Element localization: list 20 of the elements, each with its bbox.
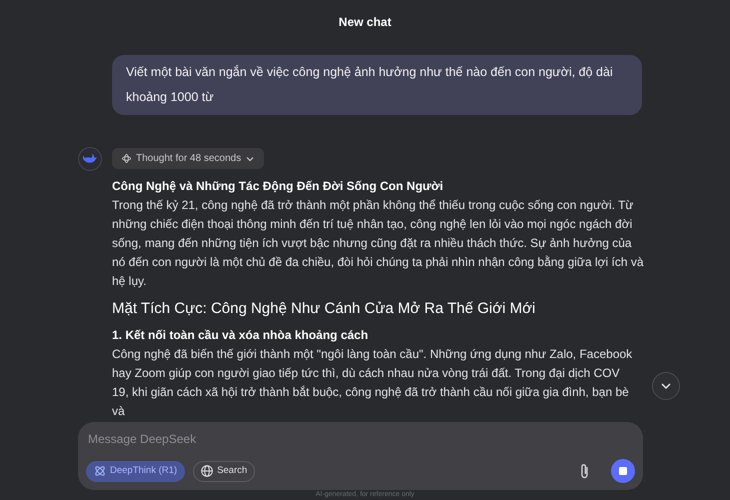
atom-icon <box>122 154 131 163</box>
search-toggle[interactable]: Search <box>193 460 256 482</box>
caret-icon <box>246 154 254 162</box>
stop-button[interactable] <box>611 459 635 483</box>
stop-icon <box>619 467 627 475</box>
paragraph: Công nghệ đã biến thế giới thành một "ngôi làng toàn cầu". Những ứng dụng như Zalo, Facebook hay Zoom giúp con người giao tiếp tức thì, dù cách nhau nửa vòng trái đất. Trong đại dịch COV <box>112 346 634 382</box>
paragraph: 19, khi giãn cách xã hội trở thành bắt buộc, công nghệ đã trở thành cầu nối giữa gia đình, bạn bè và <box>112 384 630 420</box>
user-message: Viết một bài văn ngắn về việc công nghệ ảnh hưởng như thế nào đến con người, độ dài khoảng 1000 từ <box>112 55 642 115</box>
bold-heading: Công Nghệ và Những Tác Động Đến Đời Sống Con Người <box>112 178 444 195</box>
bold-heading: 1. Kết nối toàn cầu và xóa nhòa khoảng cách <box>112 327 370 344</box>
thought-toggle[interactable]: Thought for 48 seconds <box>112 148 264 169</box>
deepthink-toggle[interactable]: DeepThink (R1) <box>86 460 186 482</box>
atom-icon <box>94 465 106 477</box>
message-field[interactable]: Message DeepSeek DeepThink (R1) Search <box>78 422 643 490</box>
globe-icon <box>201 465 214 477</box>
paragraph: Trong thế kỷ 21, công nghệ đã trở thành một phần không thể thiếu trong cuộc sống con người. Từ những chiếc điện thoại thông minh đến trí tuệ nhân tạo, công nghệ len lỏi vào mọi ngóc ngách đời sống, mang đến những tiện ích vượt bậc nhưng cũng đặt ra nhiều thách thức. Sự ảnh hưởng của nó đến con người là một chủ đề đa chiều, đòi hỏi chúng ta phải nhìn nhận công bằng giữa lợi ích và hệ lụy. <box>112 197 644 290</box>
chat-title: New chat <box>338 14 392 31</box>
scroll-down-button[interactable] <box>652 372 680 400</box>
section-heading: Mặt Tích Cực: Công Nghệ Như Cánh Cửa Mở Ra Thế Giới Mới <box>112 299 536 319</box>
chevron-down-icon <box>661 383 671 389</box>
